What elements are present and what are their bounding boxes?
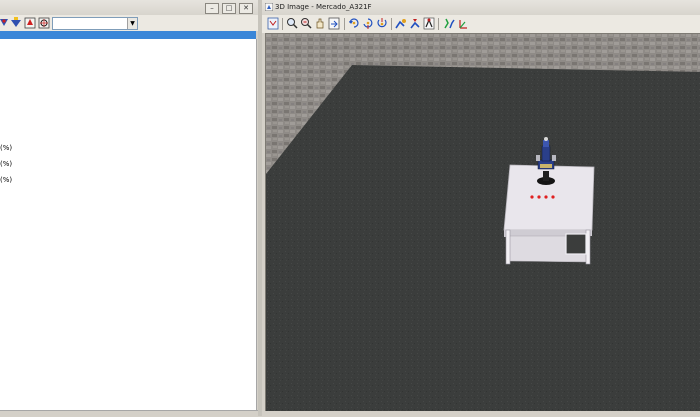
robot-add-icon[interactable] — [0, 16, 10, 29]
project-tree: (%) (%) (%) — [0, 39, 257, 412]
robot-edit-icon[interactable] — [10, 16, 22, 29]
fit-view-icon[interactable] — [267, 17, 279, 30]
axis-icon[interactable] — [457, 17, 469, 30]
export-icon[interactable] — [328, 17, 340, 30]
chevron-down-icon[interactable]: ▼ — [127, 18, 137, 29]
toolbar-separator — [282, 18, 283, 30]
left-title-bar: – □ ✕ — [0, 0, 258, 16]
led-indicator — [544, 195, 548, 199]
rotate-z-icon[interactable] — [376, 17, 388, 30]
robot-move-icon[interactable] — [409, 17, 421, 30]
3d-scene — [266, 34, 700, 412]
3d-viewport[interactable] — [265, 33, 700, 412]
robot-view-icon[interactable] — [395, 17, 407, 30]
3d-viewer-window: 3D Image - Mercado_A321F — [262, 0, 700, 416]
rotate-x-icon[interactable] — [348, 17, 360, 30]
gripper-icon[interactable] — [423, 17, 435, 30]
zoom-window-icon[interactable] — [300, 17, 312, 30]
viewer-title: 3D Image - Mercado_A321F — [275, 3, 372, 11]
project-tree-window: – □ ✕ ▼ (%) (%) (%) — [0, 0, 258, 417]
toolbar-separator — [438, 18, 439, 30]
tree-item-label[interactable]: (%) — [0, 159, 12, 169]
tree-filter-select[interactable]: ▼ — [52, 17, 138, 30]
joint-icon[interactable] — [443, 17, 455, 30]
led-indicator — [551, 195, 555, 199]
maximize-button[interactable]: □ — [222, 3, 236, 14]
led-indicator — [537, 195, 541, 199]
app-icon — [265, 3, 273, 11]
tool-add-icon[interactable] — [24, 16, 36, 29]
zoom-icon[interactable] — [286, 17, 298, 30]
viewer-status-strip — [262, 411, 700, 416]
tree-item-label[interactable]: (%) — [0, 175, 12, 185]
viewer-toolbar — [262, 15, 700, 33]
close-button[interactable]: ✕ — [239, 3, 253, 14]
selected-tree-row[interactable] — [0, 31, 256, 39]
tree-item-label[interactable]: (%) — [0, 143, 12, 153]
rotate-y-icon[interactable] — [362, 17, 374, 30]
minimize-button[interactable]: – — [205, 3, 219, 14]
toolbar-separator — [391, 18, 392, 30]
viewer-title-bar: 3D Image - Mercado_A321F — [262, 0, 700, 16]
target-icon[interactable] — [38, 16, 50, 29]
floor-mat — [266, 65, 700, 412]
pan-icon[interactable] — [314, 17, 326, 30]
led-indicator — [530, 195, 534, 199]
toolbar-separator — [344, 18, 345, 30]
